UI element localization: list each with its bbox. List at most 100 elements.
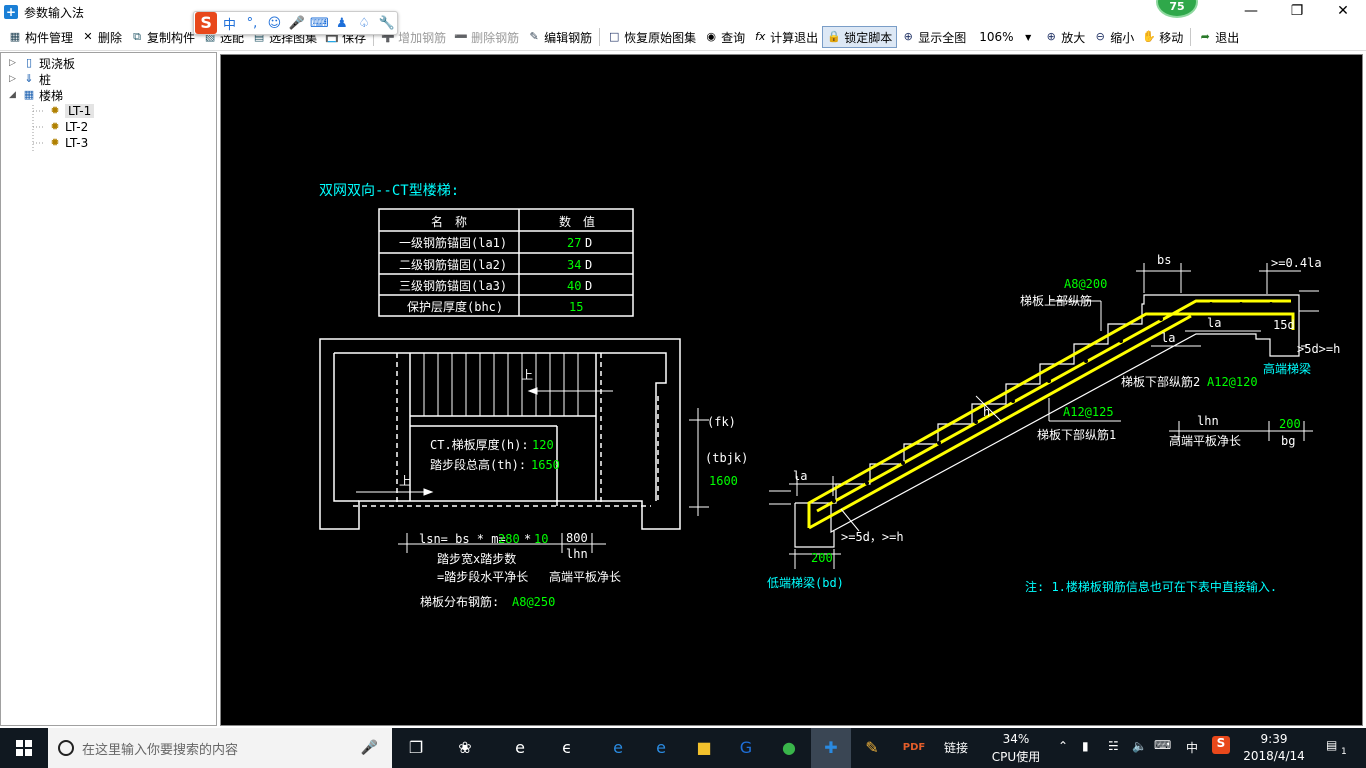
edit-rebar-button[interactable]: ✎ 编辑钢筋: [523, 26, 596, 48]
battery-icon[interactable]: ▮: [1082, 739, 1089, 753]
ie-icon[interactable]: e: [647, 734, 675, 762]
clock-date[interactable]: 2018/4/14: [1238, 749, 1310, 763]
bottom-rebar2-value[interactable]: A12@120: [1207, 375, 1258, 389]
distribution-rebar-value[interactable]: A8@250: [512, 595, 555, 609]
show-all-button[interactable]: ⊕ 显示全图: [897, 26, 970, 48]
formula-icon: fx: [754, 30, 766, 43]
spiral-app-icon[interactable]: ϵ: [553, 734, 581, 762]
volume-icon[interactable]: 🔈: [1132, 739, 1147, 753]
expand-arrow-icon[interactable]: ▷: [9, 74, 21, 84]
edge-browser-icon[interactable]: e: [604, 734, 632, 762]
top-rebar-value[interactable]: A8@200: [1064, 277, 1107, 291]
tree-leaf-lt3[interactable]: ✹ LT-3: [47, 135, 88, 151]
table-row-value[interactable]: 40: [567, 279, 581, 293]
ime-mode[interactable]: 中: [219, 14, 239, 33]
section-lhn-desc: 高端平板净长: [1169, 433, 1241, 448]
start-button[interactable]: [0, 728, 48, 768]
tree-node-slab[interactable]: ▷ ▯ 现浇板: [9, 55, 75, 71]
query-button[interactable]: ◉ 查询: [700, 26, 749, 48]
lhn-value[interactable]: 800: [566, 531, 588, 545]
windows-logo-icon: [16, 740, 32, 756]
tools-icon[interactable]: 🔧: [376, 16, 396, 31]
expand-arrow-icon[interactable]: ▷: [9, 58, 21, 68]
close-button[interactable]: ✕: [1320, 0, 1366, 24]
folder-icon[interactable]: ■: [690, 734, 718, 762]
bg-value[interactable]: 200: [1279, 417, 1301, 431]
table-row-value[interactable]: 34: [567, 258, 581, 272]
ime-punct[interactable]: °,: [242, 16, 262, 31]
tray-expand-icon[interactable]: ⌃: [1058, 739, 1068, 753]
total-height-label: 踏步段总高(th):: [430, 457, 526, 472]
sogou-logo-icon[interactable]: S: [195, 12, 218, 34]
clock-time[interactable]: 9:39: [1238, 732, 1310, 746]
move-button[interactable]: ✋ 移动: [1138, 26, 1187, 48]
restore-button[interactable]: ❐: [1274, 0, 1320, 24]
voice-icon[interactable]: 🎤: [287, 16, 307, 31]
thickness-value[interactable]: 120: [532, 438, 554, 452]
zoom-out-button[interactable]: ⊖ 缩小: [1089, 26, 1138, 48]
tree-node-label: 桩: [39, 72, 52, 87]
edge-icon[interactable]: e: [506, 734, 534, 762]
delete-button[interactable]: ✕ 删除: [77, 26, 126, 48]
exit-label: 退出: [1215, 30, 1240, 45]
total-height-value[interactable]: 1650: [531, 458, 560, 472]
cpu-usage-value: 34%: [1002, 732, 1030, 746]
table-row-value[interactable]: 15: [569, 300, 583, 314]
keyboard-icon[interactable]: ⌨: [309, 16, 329, 31]
restore-atlas-button[interactable]: □ 恢复原始图集: [603, 26, 700, 48]
sogou-tray-icon[interactable]: S: [1212, 736, 1230, 754]
fan-app-icon[interactable]: ❀: [451, 734, 479, 762]
minimize-button[interactable]: —: [1228, 0, 1274, 24]
emoji-icon[interactable]: ☺: [264, 16, 284, 31]
toolbar-separator: [1190, 28, 1192, 46]
tbjk-value[interactable]: 1600: [709, 474, 738, 488]
delete-rebar-button[interactable]: ➖ 删除钢筋: [450, 26, 523, 48]
section-la-label: la: [1207, 316, 1221, 330]
tree-node-pile[interactable]: ▷ ⇓ 桩: [9, 71, 51, 87]
top-rebar-label: 梯板上部纵筋: [1020, 293, 1092, 308]
copy-button[interactable]: ⧉ 复制构件: [126, 26, 199, 48]
notification-icon[interactable]: ▤: [1326, 738, 1337, 752]
table-header-name: 名 称: [431, 214, 467, 229]
notepad-app-icon[interactable]: ✎: [858, 734, 886, 762]
stair-icon: ▦: [23, 88, 35, 101]
lock-icon: 🔒: [827, 30, 842, 43]
user-icon[interactable]: ♟: [332, 16, 352, 31]
wifi-icon[interactable]: ☵: [1108, 739, 1119, 753]
pdf-app-icon[interactable]: PDF: [900, 734, 928, 762]
zoom-in-button[interactable]: ⊕ 放大: [1040, 26, 1089, 48]
manage-label: 构件管理: [25, 30, 74, 45]
tree-leaf-lt2[interactable]: ✹ LT-2: [47, 119, 88, 135]
active-app-icon[interactable]: ✚: [817, 734, 845, 762]
manage-button[interactable]: ▦ 构件管理: [4, 26, 77, 48]
thickness-label: CT.梯板厚度(h):: [430, 437, 529, 452]
zoom-select[interactable]: 106% ▼: [974, 27, 1037, 47]
lock-script-button[interactable]: 🔒 锁定脚本: [822, 26, 898, 48]
table-row-value[interactable]: 27: [567, 236, 581, 250]
ime-toolbar: S 中 °, ☺ 🎤 ⌨ ♟ ♤ 🔧: [193, 11, 398, 35]
zoom-out-icon: ⊖: [1095, 30, 1105, 43]
skin-icon[interactable]: ♤: [354, 16, 374, 31]
bottom-rebar1-value[interactable]: A12@125: [1063, 405, 1114, 419]
taskbar-search[interactable]: 在这里输入你要搜索的内容 🎤: [48, 728, 392, 768]
zoom-out-label: 缩小: [1110, 30, 1135, 45]
task-view-icon[interactable]: ❐: [402, 734, 430, 762]
keyboard-tray-icon[interactable]: ⌨: [1154, 738, 1171, 752]
exit-button[interactable]: ➦ 退出: [1194, 26, 1243, 48]
browser-360-icon[interactable]: ●: [775, 734, 803, 762]
pile-icon: ⇓: [24, 72, 34, 85]
tree-leaf-lt1[interactable]: ✹ LT-1: [47, 103, 95, 119]
bs-value[interactable]: 280: [498, 532, 520, 546]
collapse-arrow-icon[interactable]: ◢: [9, 90, 21, 100]
floating-badge[interactable]: 75: [1156, 0, 1198, 18]
calc-exit-button[interactable]: fx 计算退出: [749, 26, 822, 48]
tree-node-stair[interactable]: ◢ ▦ 楼梯: [9, 87, 63, 103]
drawing-canvas[interactable]: 双网双向--CT型楼梯: 名 称 数 值 一级钢筋锚固(la1) 27 D 二级…: [220, 54, 1363, 726]
link-label[interactable]: 链接: [944, 739, 968, 756]
microphone-icon[interactable]: 🎤: [361, 740, 378, 756]
stair-plan-view: [319, 338, 681, 530]
step-count-value[interactable]: 10: [534, 532, 548, 546]
ime-tray-mode[interactable]: 中: [1186, 739, 1198, 756]
g-app-icon[interactable]: G: [732, 734, 760, 762]
bd-value[interactable]: 200: [811, 551, 833, 565]
